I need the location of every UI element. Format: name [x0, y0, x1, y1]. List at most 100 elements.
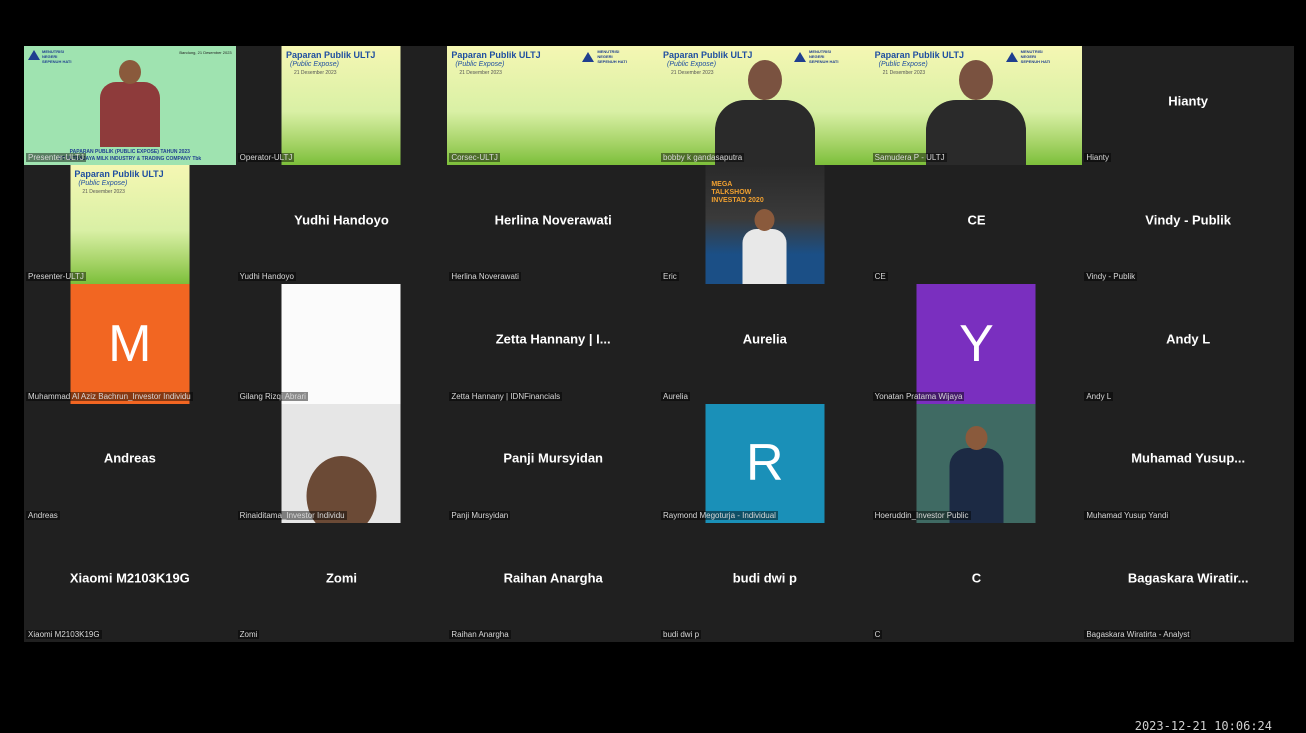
slide-subtitle: (Public Expose) — [78, 180, 128, 188]
participant-name-label: Raymond Megoturja - Individual — [661, 510, 778, 520]
participant-display-name: Yudhi Handoyo — [294, 212, 389, 228]
participant-name-label: Vindy - Publik — [1084, 272, 1138, 282]
participant-name-label: Bagaskara Wiratirta - Analyst — [1084, 629, 1192, 639]
participant-avatar: Y — [916, 284, 1036, 404]
participant-name-label: Herlina Noverawati — [449, 272, 521, 282]
participant-tile[interactable]: Paparan Publik ULTJ (Public Expose) 21 Des… — [870, 46, 1083, 166]
participant-name-label: Hianty — [1084, 153, 1112, 163]
participant-name-label: Zetta Hannany | IDNFinancials — [449, 391, 563, 401]
participant-tile[interactable]: Zetta Hannany | I... Zetta Hannany | IDNF… — [447, 284, 659, 404]
slide-title: Paparan Publik ULTJ — [874, 50, 965, 60]
participant-name-label: Andy L — [1084, 391, 1114, 401]
participant-tile[interactable]: Muhamad Yusup... Muhamad Yusup Yandi — [1082, 403, 1294, 523]
participant-name-label: Muhammad Al Aziz Bachrun_Investor Indivi… — [26, 391, 193, 401]
participant-tile[interactable]: Andy L Andy L — [1082, 284, 1294, 404]
logo-tagline: MENUTRISI NEGERI SEPENUH HATI — [1020, 49, 1051, 64]
participant-tile[interactable]: Bandung, 21 Desember 2023 MENUTRISI NEGER… — [24, 46, 236, 166]
participant-tile[interactable]: Paparan Publik ULTJ (Public Expose) 21 Des… — [24, 165, 236, 285]
participant-tile[interactable]: Andreas Andreas — [24, 403, 236, 523]
video-feed: MEGA TALKSHOW INVESTAD 2020 — [705, 165, 825, 285]
company-logo — [794, 52, 806, 62]
participant-name-label: Muhamad Yusup Yandi — [1084, 510, 1171, 520]
participant-name-label: Xiaomi M2103K19G — [26, 629, 102, 639]
participant-name-label: Raihan Anargha — [449, 629, 511, 639]
slide-title: Paparan Publik ULTJ — [74, 169, 164, 180]
participant-tile[interactable]: Panji Mursyidan Panji Mursyidan — [447, 403, 659, 523]
slide-title: Paparan Publik ULTJ — [663, 50, 753, 60]
participant-tile[interactable]: Herlina Noverawati Herlina Noverawati — [447, 165, 659, 285]
video-feed — [281, 403, 401, 523]
participant-tile[interactable]: Paparan Publik ULTJ (Public Expose) 21 Des… — [235, 46, 448, 166]
person-head — [965, 425, 988, 450]
participant-grid: Bandung, 21 Desember 2023 MENUTRISI NEGER… — [24, 46, 1294, 642]
person-head — [754, 209, 775, 232]
participant-tile[interactable]: Vindy - Publik Vindy - Publik — [1082, 165, 1294, 285]
participant-tile[interactable]: Y Yonatan Pratama Wijaya — [870, 284, 1083, 404]
participant-display-name: budi dwi p — [732, 570, 797, 586]
shared-slide: Paparan Publik ULTJ (Public Expose) 21 Des… — [281, 46, 401, 166]
slide-date: Bandung, 21 Desember 2023 — [179, 50, 232, 55]
event-banner: MEGA TALKSHOW INVESTAD 2020 — [711, 181, 764, 205]
logo-tagline: MENUTRISI NEGERI SEPENUH HATI — [597, 49, 627, 64]
participant-display-name: Herlina Noverawati — [494, 212, 612, 228]
participant-display-name: Raihan Anargha — [503, 570, 603, 586]
participant-name-label: Andreas — [26, 510, 60, 520]
slide-title: Paparan Publik ULTJ — [451, 50, 541, 60]
participant-tile[interactable]: Gilang Rizqi Abrari — [235, 284, 448, 404]
participant-display-name: Andreas — [103, 450, 156, 466]
slide-subtitle: (Public Expose) — [455, 61, 505, 68]
participant-name-label: C — [872, 629, 883, 639]
participant-display-name: Xiaomi M2103K19G — [69, 570, 190, 586]
slide-date: 21 Desember 2023 — [671, 70, 714, 76]
participant-display-name: Muhamad Yusup... — [1131, 450, 1246, 466]
person-head — [118, 60, 141, 84]
participant-tile[interactable]: M Muhammad Al Aziz Bachrun_Investor Indiv… — [24, 284, 236, 404]
participant-name-label: Eric — [661, 272, 679, 282]
participant-tile[interactable]: CC — [870, 522, 1083, 642]
participant-avatar: M — [70, 284, 190, 404]
participant-tile[interactable]: Paparan Publik ULTJ (Public Expose) 21 Des… — [447, 46, 659, 166]
participant-name-label: Samudera P - ULTJ — [872, 153, 947, 163]
participant-tile[interactable]: Hoeruddin_Investor Public — [870, 403, 1083, 523]
shared-slide: Paparan Publik ULTJ (Public Expose) 21 Des… — [70, 165, 190, 285]
shared-slide: Bandung, 21 Desember 2023 MENUTRISI NEGER… — [24, 46, 236, 166]
participant-tile[interactable]: Bagaskara Wiratir... Bagaskara Wiratirta … — [1082, 522, 1294, 642]
participant-tile[interactable]: R Raymond Megoturja - Individual — [659, 403, 871, 523]
participant-name-label: Yudhi Handoyo — [237, 272, 296, 282]
shared-slide: Paparan Publik ULTJ (Public Expose) 21 Des… — [447, 46, 659, 166]
logo-tagline: MENUTRISI NEGERI SEPENUH HATI — [42, 49, 72, 64]
participant-display-name: Aurelia — [742, 331, 787, 347]
participant-tile[interactable]: Rinaiditama_Investor Individu — [235, 403, 448, 523]
participant-tile[interactable]: budi dwi p budi dwi p — [659, 522, 871, 642]
participant-name-label: Hoeruddin_Investor Public — [872, 510, 971, 520]
participant-display-name: Zomi — [325, 570, 358, 586]
participant-tile[interactable]: CE CE — [870, 165, 1083, 285]
company-logo — [28, 50, 40, 60]
slide-date: 21 Desember 2023 — [82, 189, 125, 196]
participant-tile[interactable]: Yudhi Handoyo Yudhi Handoyo — [235, 165, 448, 285]
participant-display-name: Andy L — [1166, 331, 1211, 347]
company-logo — [582, 52, 595, 62]
person-head — [747, 60, 782, 100]
participant-name-label: budi dwi p — [661, 629, 702, 639]
slide-date: 21 Desember 2023 — [459, 70, 502, 76]
participant-display-name: Bagaskara Wiratir... — [1127, 570, 1249, 586]
participant-name-label: Aurelia — [661, 391, 690, 401]
participant-tile[interactable]: Hianty Hianty — [1082, 46, 1294, 166]
participant-tile[interactable]: Zomi Zomi — [235, 522, 448, 642]
participant-tile[interactable]: Xiaomi M2103K19G Xiaomi M2103K19G — [24, 522, 236, 642]
slide-subtitle: (Public Expose) — [878, 61, 928, 68]
participant-tile[interactable]: Raihan Anargha Raihan Anargha — [447, 522, 659, 642]
shared-slide: Paparan Publik ULTJ (Public Expose) 21 Des… — [659, 46, 871, 166]
participant-avatar: R — [705, 403, 825, 523]
slide-subtitle: (Public Expose) — [667, 61, 717, 68]
participant-name-label: Operator-ULTJ — [237, 153, 295, 163]
participant-name-label: Presenter-ULTJ — [26, 272, 86, 282]
participant-tile[interactable]: MEGA TALKSHOW INVESTAD 2020 Eric — [659, 165, 871, 285]
slide-subtitle: (Public Expose) — [289, 61, 340, 68]
video-feed — [281, 284, 401, 404]
participant-name-label: Gilang Rizqi Abrari — [237, 391, 308, 401]
participant-tile[interactable]: Paparan Publik ULTJ (Public Expose) 21 Des… — [659, 46, 871, 166]
person-body — [99, 82, 160, 147]
participant-tile[interactable]: Aurelia Aurelia — [659, 284, 871, 404]
